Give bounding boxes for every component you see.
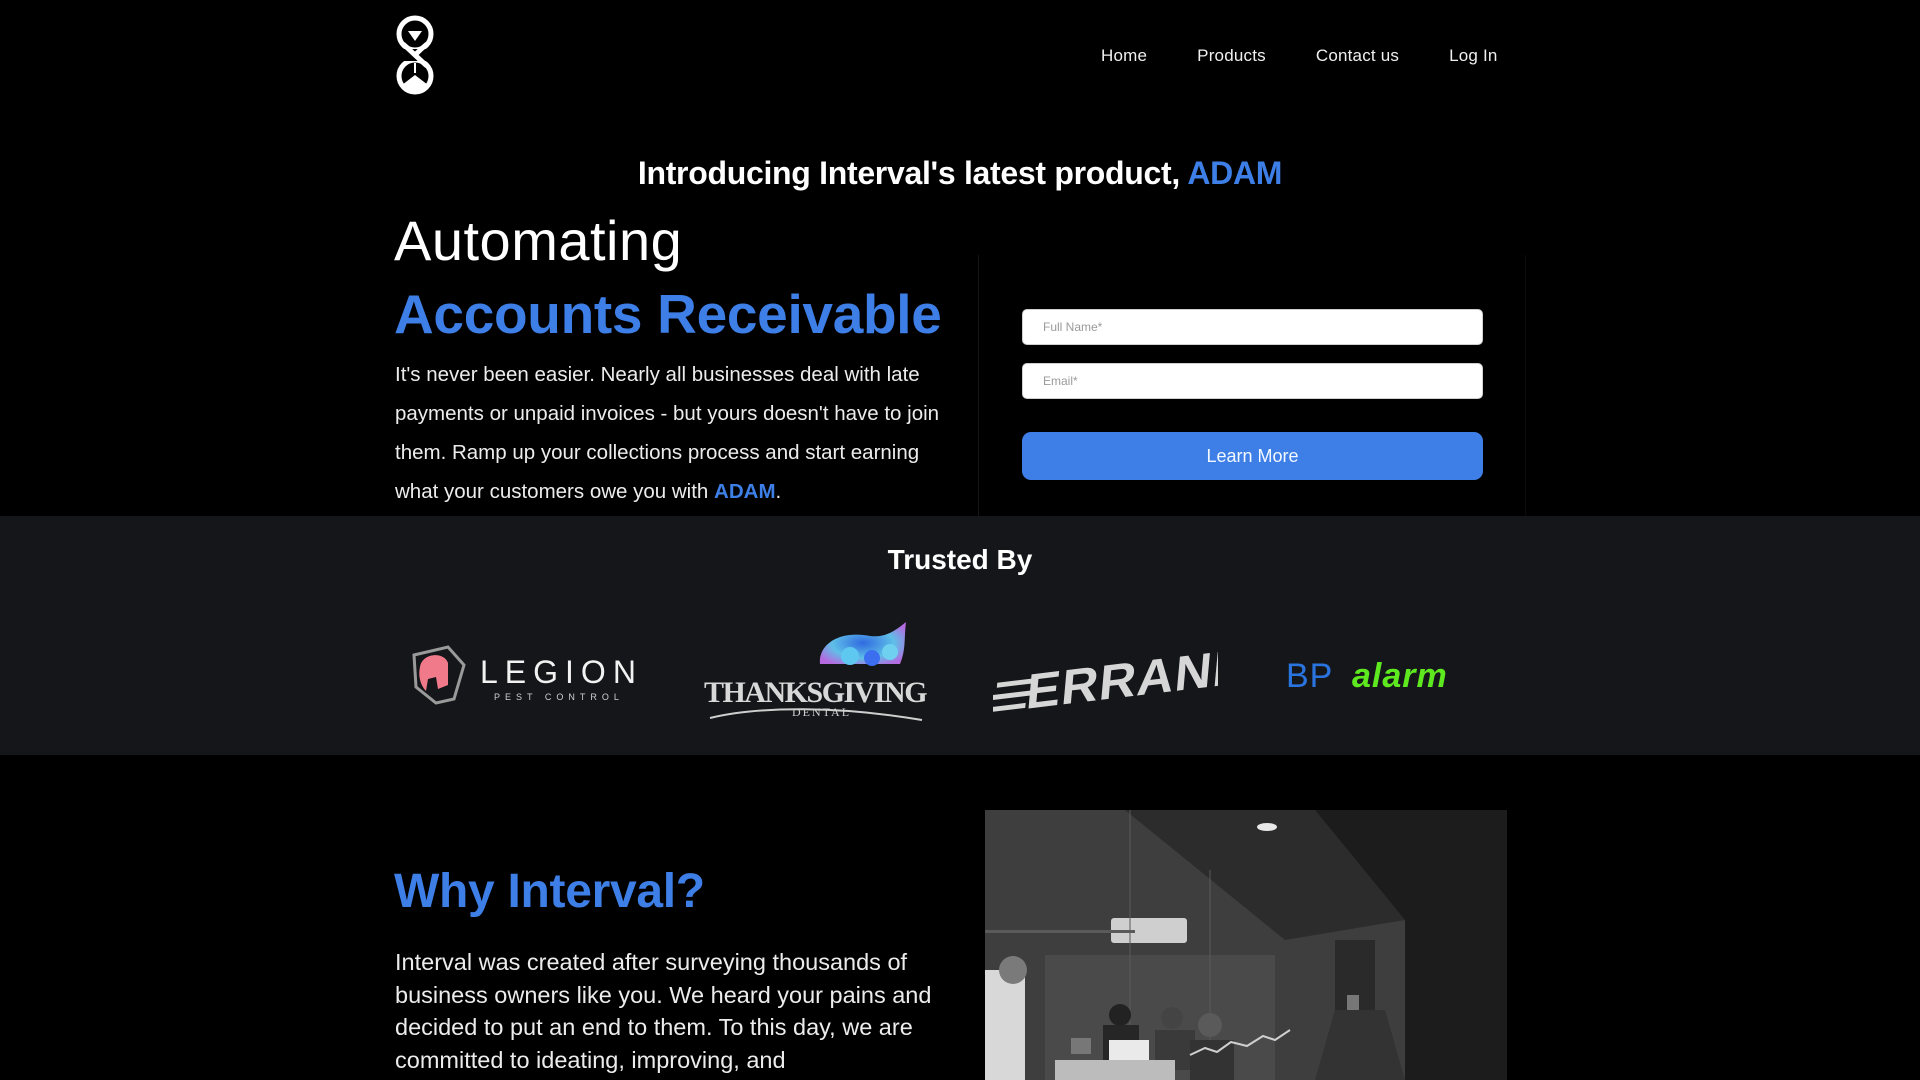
why-interval-title: Why Interval? — [394, 865, 705, 918]
nav-products[interactable]: Products — [1197, 44, 1266, 68]
form-right-divider — [1525, 255, 1526, 516]
intro-heading: Introducing Interval's latest product, A… — [0, 155, 1920, 192]
bp-alarm-logo: BP alarm — [1286, 657, 1448, 692]
errand-logo: ERRAND — [993, 637, 1218, 717]
full-name-input[interactable] — [1022, 309, 1483, 345]
errand-wordmark: ERRAND — [1024, 637, 1218, 717]
trusted-by-title: Trusted By — [887, 544, 1033, 575]
email-input[interactable] — [1022, 363, 1483, 399]
interval-logo-icon[interactable] — [395, 15, 435, 95]
thanksgiving-point-dental-logo: THANKSGIVING POINT DENTAL — [704, 622, 930, 721]
hero-paragraph-product: ADAM — [714, 480, 776, 503]
legion-subtitle: PEST CONTROL — [494, 692, 624, 702]
alarm-wordmark: alarm — [1352, 657, 1448, 692]
intro-prefix: Introducing Interval's latest product, — [637, 155, 1188, 191]
hero-heading-line1: Automating — [394, 209, 683, 272]
nav-log-in[interactable]: Log In — [1449, 44, 1497, 68]
intro-product-name: ADAM — [1187, 155, 1283, 191]
hero-paragraph-suffix: . — [775, 480, 782, 503]
legion-pest-control-logo: LEGION PEST CONTROL — [412, 645, 634, 705]
hero-paragraph: It's never been easier. Nearly all busin… — [395, 355, 955, 511]
hero-paragraph-text: It's never been easier. Nearly all busin… — [395, 363, 940, 503]
legion-wordmark: LEGION — [480, 654, 634, 690]
hero-divider — [978, 255, 979, 516]
bp-wordmark: BP — [1286, 657, 1333, 692]
office-photo-illustration — [985, 810, 1507, 1080]
why-interval-paragraph: Interval was created after surveying tho… — [395, 949, 932, 1073]
nav-contact-us[interactable]: Contact us — [1316, 44, 1399, 68]
main-nav: Home Products Contact us Log In — [1101, 44, 1498, 68]
learn-more-button[interactable]: Learn More — [1022, 432, 1483, 480]
tpd-subtitle: DENTAL — [792, 705, 851, 719]
office-meeting-photo — [985, 810, 1507, 1080]
hero-heading-line2: Accounts Receivable — [394, 283, 942, 345]
nav-home[interactable]: Home — [1101, 44, 1147, 68]
